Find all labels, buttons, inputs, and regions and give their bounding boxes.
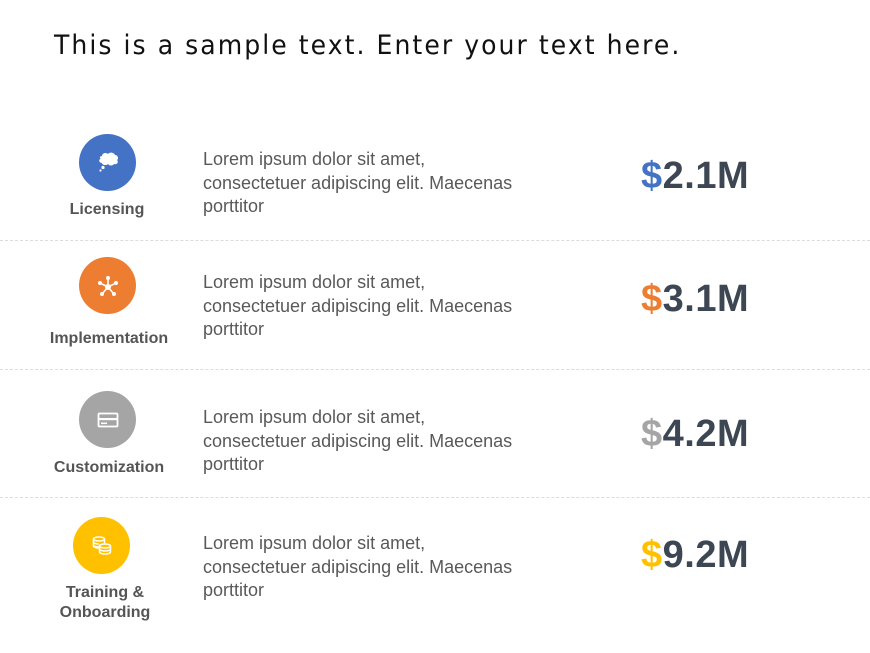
description-line: consectetuer adipiscing elit. Maecenas [203, 295, 513, 316]
licensing-description: Lorem ipsum dolor sit amet, consectetuer… [203, 148, 563, 219]
amount-value: 4.2M [662, 413, 750, 455]
training-onboarding-amount: $9.2M [641, 534, 749, 577]
licensing-amount: $2.1M [641, 155, 749, 198]
thought-bubble-icon [98, 152, 118, 172]
description-line: Lorem ipsum dolor sit amet, [203, 533, 426, 553]
card-icon [97, 412, 118, 427]
label-line: Training & [65, 584, 145, 601]
description-line: Lorem ipsum dolor sit amet, [203, 272, 426, 292]
amount-value: 9.2M [662, 534, 750, 576]
training-onboarding-label: Training & Onboarding [30, 583, 180, 623]
network-hub-icon [97, 275, 118, 296]
coins-icon [92, 535, 111, 555]
currency-symbol: $ [641, 413, 663, 455]
amount-value: 2.1M [662, 155, 750, 197]
currency-symbol: $ [641, 155, 663, 197]
description-line: porttitor [203, 580, 265, 600]
description-line: porttitor [203, 196, 265, 216]
description-line: porttitor [203, 319, 265, 339]
training-icon-circle [73, 517, 130, 574]
row-divider [0, 369, 870, 370]
licensing-icon-circle [79, 134, 136, 191]
description-line: porttitor [203, 454, 265, 474]
amount-value: 3.1M [662, 278, 750, 320]
implementation-description: Lorem ipsum dolor sit amet, consectetuer… [203, 271, 563, 342]
customization-amount: $4.2M [641, 413, 749, 456]
currency-symbol: $ [641, 534, 663, 576]
row-divider [0, 497, 870, 498]
description-line: consectetuer adipiscing elit. Maecenas [203, 430, 513, 451]
licensing-label: Licensing [69, 201, 145, 218]
implementation-amount: $3.1M [641, 278, 749, 321]
row-divider [0, 240, 870, 241]
description-line: Lorem ipsum dolor sit amet, [203, 407, 426, 427]
label-line: Onboarding [59, 604, 151, 621]
customization-description: Lorem ipsum dolor sit amet, consectetuer… [203, 406, 563, 477]
description-line: Lorem ipsum dolor sit amet, [203, 149, 426, 169]
implementation-label: Implementation [49, 330, 169, 347]
customization-label: Customization [53, 459, 165, 476]
training-onboarding-description: Lorem ipsum dolor sit amet, consectetuer… [203, 532, 563, 603]
implementation-icon-circle [79, 257, 136, 314]
description-line: consectetuer adipiscing elit. Maecenas [203, 556, 513, 577]
page-title: This is a sample text. Enter your text h… [54, 30, 682, 61]
customization-icon-circle [79, 391, 136, 448]
description-line: consectetuer adipiscing elit. Maecenas [203, 172, 513, 193]
currency-symbol: $ [641, 278, 663, 320]
